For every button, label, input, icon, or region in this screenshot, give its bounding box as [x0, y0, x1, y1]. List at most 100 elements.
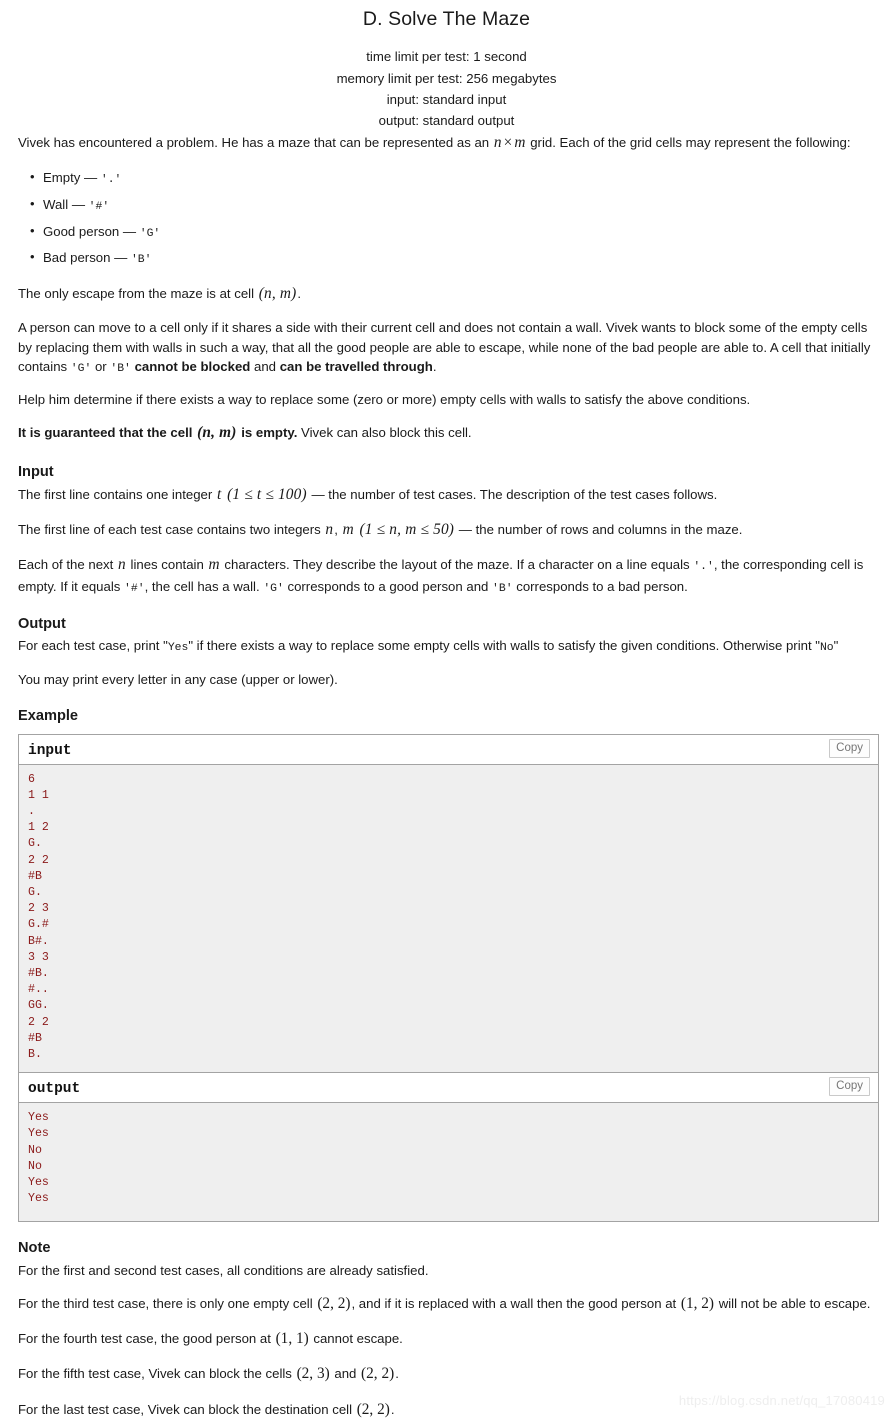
- input-spec: input: standard input: [386, 92, 507, 108]
- output-spec: output: standard output: [378, 113, 515, 129]
- note-paragraph-3: For the fourth test case, the good perso…: [18, 1328, 879, 1350]
- input-p3-a: Each of the next: [18, 557, 117, 573]
- bullet-label-empty: Empty —: [43, 170, 101, 186]
- bullet-literal-empty: '.': [100, 174, 122, 187]
- output-p1-b: " if there exists a way to replace some …: [188, 638, 820, 654]
- output-p1-a: For each test case, print ": [18, 638, 168, 654]
- cell-types-list: Empty — '.' Wall — '#' Good person — 'G'…: [18, 166, 879, 270]
- watermark: https://blog.csdn.net/qq_17080419: [678, 1392, 885, 1408]
- note-paragraph-1: For the first and second test cases, all…: [18, 1262, 429, 1278]
- math-range-t: (1 ≤ t ≤ 100): [227, 485, 307, 503]
- note-p2-a: For the third test case, there is only o…: [18, 1295, 317, 1311]
- escape-text-a: The only escape from the maze is at cell: [18, 286, 258, 302]
- input-literal-dot: '.': [693, 561, 714, 574]
- section-heading-output: Output: [18, 616, 66, 633]
- note-p4-a: For the fifth test case, Vivek can block…: [18, 1366, 296, 1382]
- note-p2-b: , and if it is replaced with a wall then…: [351, 1295, 680, 1311]
- math-m: m: [514, 133, 526, 151]
- list-item: Bad person — 'B': [30, 246, 879, 270]
- copy-input-button[interactable]: Copy: [829, 738, 870, 758]
- bullet-literal-wall: '#': [88, 200, 110, 213]
- move-text-mid: or: [91, 358, 111, 374]
- list-item: Wall — '#': [30, 193, 879, 217]
- bullet-literal-good: 'G': [139, 227, 161, 240]
- note-p2-c: will not be able to escape.: [715, 1295, 871, 1311]
- sample-test-box: input Copy 6 1 1 . 1 2 G. 2 2 #B G. 2 3 …: [18, 733, 879, 1223]
- statement-help: Help him determine if there exists a way…: [18, 392, 751, 408]
- math-m2: m: [342, 521, 354, 539]
- sample-input-data: 6 1 1 . 1 2 G. 2 2 #B G. 2 3 G.# B#. 3 3…: [19, 764, 878, 1073]
- list-item: Empty — '.': [30, 166, 879, 190]
- input-p2-comma: ,: [334, 522, 342, 538]
- input-literal-g: 'G': [263, 582, 284, 595]
- sample-input-header: input Copy: [19, 734, 878, 765]
- copy-output-button[interactable]: Copy: [829, 1077, 870, 1097]
- output-paragraph-1: For each test case, print "Yes" if there…: [18, 636, 879, 657]
- intro-text-a: Vivek has encountered a problem. He has …: [18, 134, 493, 150]
- move-literal-g: 'G': [70, 362, 92, 375]
- input-p3-g: corresponds to a bad person.: [512, 578, 688, 594]
- note-p5-a: For the last test case, Vivek can block …: [18, 1401, 356, 1417]
- note-paragraph-4: For the fifth test case, Vivek can block…: [18, 1363, 879, 1385]
- math-cell-nm-guarantee: (n, m): [197, 424, 237, 442]
- bullet-label-wall: Wall —: [43, 196, 89, 212]
- bullet-label-good: Good person —: [43, 223, 140, 239]
- page-title: D. Solve The Maze: [362, 8, 531, 30]
- statement-guarantee: It is guaranteed that the cell (n, m) is…: [18, 422, 879, 444]
- problem-header: D. Solve The Maze time limit per test: 1…: [0, 0, 893, 132]
- list-item: Good person — 'G': [30, 220, 879, 244]
- math-n2: n: [325, 521, 334, 539]
- input-p3-c: characters. They describe the layout of …: [220, 557, 694, 573]
- input-literal-b: 'B': [492, 582, 513, 595]
- problem-page: D. Solve The Maze time limit per test: 1…: [0, 0, 893, 1421]
- input-p1-a: The first line contains one integer: [18, 486, 216, 502]
- math-m3: m: [208, 556, 220, 574]
- time-limit: time limit per test: 1 second: [366, 49, 527, 65]
- intro-text-b: grid. Each of the grid cells may represe…: [526, 134, 851, 150]
- input-p3-b: lines contain: [126, 557, 208, 573]
- sample-output-data: Yes Yes No No Yes Yes: [19, 1103, 878, 1222]
- move-text-and: and: [250, 358, 280, 374]
- sample-output-header: output Copy: [19, 1072, 878, 1104]
- sample-output-label: output: [28, 1081, 81, 1098]
- output-paragraph-2: You may print every letter in any case (…: [18, 671, 338, 687]
- input-p2-b: — the number of rows and columns in the …: [455, 522, 743, 538]
- math-range-nm: (1 ≤ n, m ≤ 50): [359, 521, 455, 539]
- math-n3: n: [117, 556, 126, 574]
- guarantee-rest: Vivek can also block this cell.: [297, 425, 472, 441]
- section-heading-example: Example: [18, 708, 79, 725]
- bullet-label-bad: Bad person —: [43, 250, 131, 266]
- math-times: ×: [503, 133, 513, 151]
- section-heading-input: Input: [18, 463, 54, 480]
- note-paragraph-2: For the third test case, there is only o…: [18, 1293, 879, 1315]
- escape-text-b: .: [297, 286, 302, 302]
- sample-input-label: input: [28, 742, 72, 759]
- output-p1-c: ": [833, 638, 839, 654]
- guarantee-bold-a: It is guaranteed that the cell: [18, 425, 197, 441]
- note-p4-c: .: [395, 1366, 399, 1382]
- note-p4-b: and: [330, 1366, 361, 1382]
- input-paragraph-3: Each of the next n lines contain m chara…: [18, 554, 879, 597]
- note-p3-a: For the fourth test case, the good perso…: [18, 1331, 275, 1347]
- math-cell-1-1: (1, 1): [275, 1330, 309, 1348]
- output-literal-no: No: [819, 642, 834, 655]
- math-cell-nm: (n, m): [258, 285, 297, 303]
- output-literal-yes: Yes: [167, 642, 189, 655]
- math-n: n: [493, 133, 502, 151]
- input-p1-b: — the number of test cases. The descript…: [307, 486, 718, 502]
- statement-movement: A person can move to a cell only if it s…: [18, 318, 879, 377]
- section-heading-note: Note: [18, 1240, 51, 1257]
- memory-limit: memory limit per test: 256 megabytes: [336, 70, 557, 86]
- input-p3-f: corresponds to a good person and: [283, 578, 493, 594]
- sample-tests: input Copy 6 1 1 . 1 2 G. 2 2 #B G. 2 3 …: [0, 733, 893, 1223]
- math-t: t: [216, 485, 222, 503]
- input-paragraph-2: The first line of each test case contain…: [18, 519, 879, 541]
- note-p5-b: .: [390, 1401, 395, 1417]
- move-bold-cannot-block: cannot be blocked: [134, 358, 251, 374]
- math-cell-2-3: (2, 3): [296, 1365, 330, 1383]
- statement-intro: Vivek has encountered a problem. He has …: [18, 132, 879, 154]
- input-paragraph-1: The first line contains one integer t (1…: [18, 484, 879, 506]
- math-cell-2-2-b: (2, 2): [361, 1365, 395, 1383]
- move-text-end: .: [432, 358, 437, 374]
- math-cell-2-2-c: (2, 2): [356, 1400, 390, 1418]
